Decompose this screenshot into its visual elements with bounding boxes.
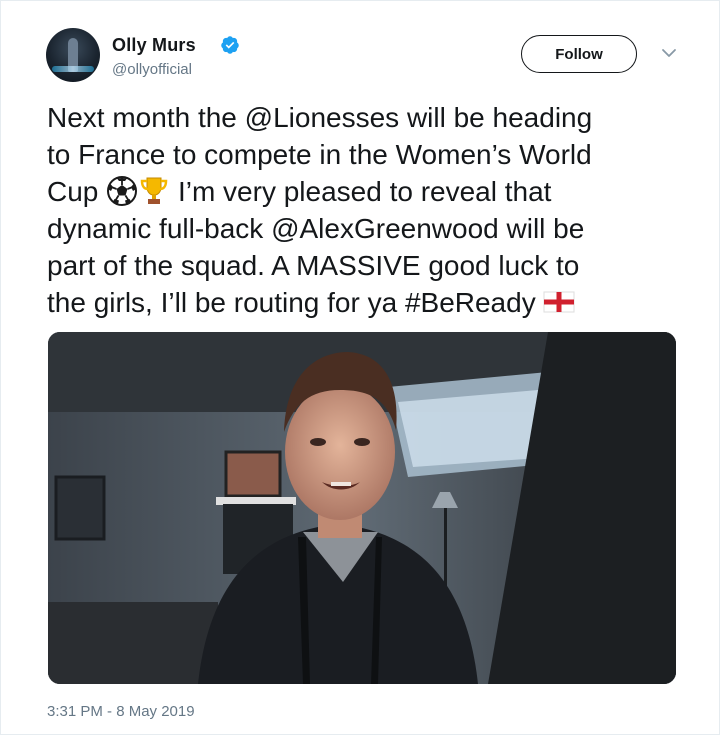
user-handle[interactable]: @ollyofficial (112, 61, 192, 78)
trophy-icon (140, 177, 168, 204)
tweet-line: the girls, I’ll be routing for ya #BeRea… (47, 284, 687, 321)
tweet-timestamp[interactable]: 3:31 PM - 8 May 2019 (47, 703, 195, 720)
avatar[interactable] (46, 28, 100, 82)
england-flag-icon (543, 291, 575, 313)
tweet-line-segment: the girls, I’ll be routing for ya #BeRea… (47, 287, 536, 318)
video-frame-image (48, 332, 676, 684)
tweet-line: to France to compete in the Women’s Worl… (47, 139, 592, 170)
soccer-ball-icon (107, 176, 138, 206)
tweet-line: part of the squad. A MASSIVE good luck t… (47, 250, 580, 281)
display-name[interactable]: Olly Murs (112, 35, 196, 56)
tweet-line-segment: Cup (47, 176, 99, 207)
video-thumbnail[interactable] (48, 332, 676, 684)
chevron-down-icon[interactable] (661, 47, 677, 59)
verified-badge-icon (221, 36, 239, 54)
tweet-line: Next month the @Lionesses will be headin… (47, 102, 593, 133)
tweet-line: dynamic full-back @AlexGreenwood will be (47, 213, 585, 244)
tweet-line-segment: I’m very pleased to reveal that (177, 176, 552, 207)
follow-button[interactable]: Follow (521, 35, 637, 73)
tweet-card: Olly Murs @ollyofficial Follow Next mont… (0, 0, 720, 735)
tweet-text: Next month the @Lionesses will be headin… (47, 99, 687, 321)
tweet-line: Cup I’m very pleased to reveal that (47, 173, 687, 210)
